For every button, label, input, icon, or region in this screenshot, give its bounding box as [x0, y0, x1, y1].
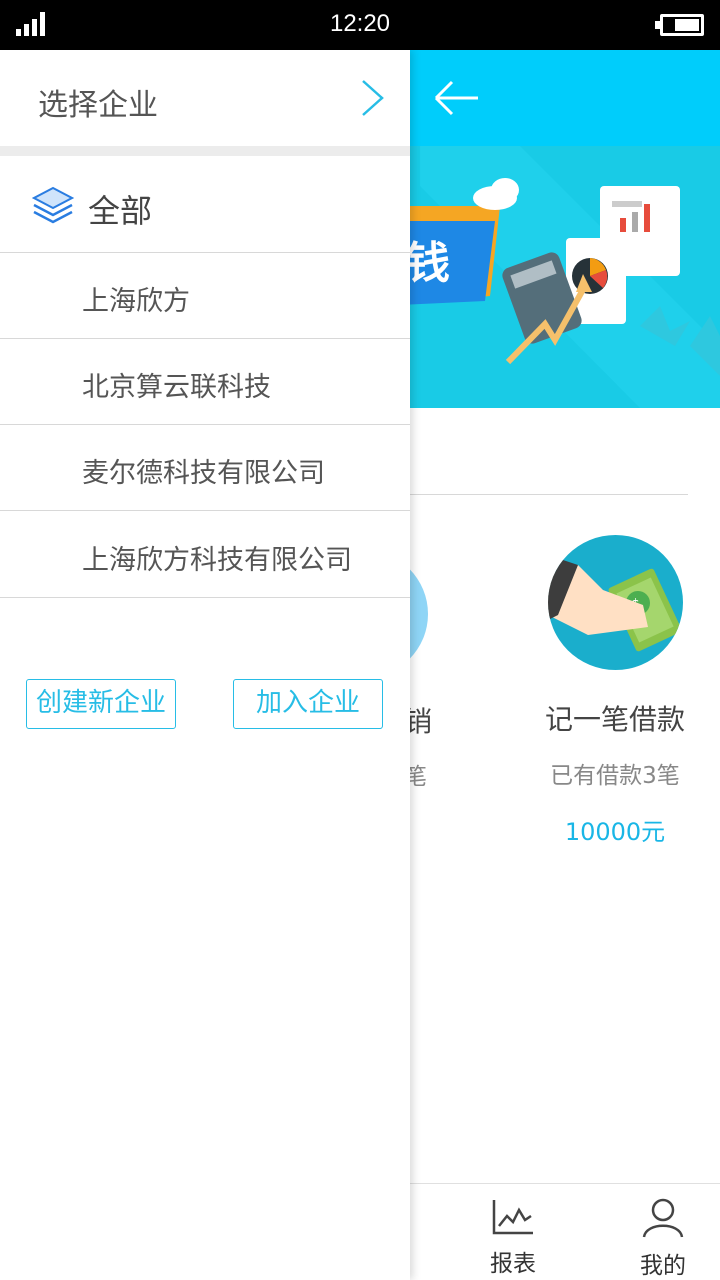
join-company-button[interactable]: 加入企业 [233, 679, 383, 729]
company-item-label: 北京算云联科技 [82, 372, 271, 403]
loan-card-title: 记一笔借款 [544, 703, 685, 736]
drawer-header[interactable]: 选择企业 [0, 50, 410, 146]
chart-icon [492, 1200, 533, 1235]
company-item[interactable]: 上海欣方科技有限公司 [0, 512, 410, 598]
tab-report[interactable]: 报表 [468, 1198, 558, 1278]
company-item[interactable]: 麦尔德科技有限公司 [0, 425, 410, 511]
company-item-label: 上海欣方 [82, 286, 190, 317]
loan-card-amount: 10000元 [564, 818, 666, 846]
banner-text: 钱 [406, 238, 450, 289]
drawer-title: 选择企业 [38, 88, 158, 123]
status-bar: 12:20 [0, 0, 720, 50]
loan-card-count: 已有借款3笔 [550, 763, 680, 789]
layers-icon [32, 186, 74, 224]
company-drawer: 选择企业 全部 上海欣方 北京算云联科技 麦尔德科技有限公司 上海欣方科技有限公… [0, 50, 410, 1280]
company-item[interactable]: 上海欣方 [0, 253, 410, 339]
company-item[interactable]: 北京算云联科技 [0, 339, 410, 425]
company-item-label: 麦尔德科技有限公司 [82, 458, 325, 489]
loan-card[interactable]: $ 记一笔借款 已有借款3笔 10000元 [520, 535, 710, 847]
tab-report-label: 报表 [490, 1251, 536, 1277]
drawer-separator [0, 146, 410, 156]
chevron-right-icon[interactable] [360, 78, 386, 118]
main-divider [410, 494, 688, 495]
battery-icon [655, 14, 704, 36]
company-all-label: 全部 [88, 192, 153, 230]
tab-mine-label: 我的 [640, 1253, 686, 1279]
back-arrow-icon[interactable] [432, 78, 482, 118]
tab-mine[interactable]: 我的 [618, 1198, 708, 1280]
create-company-button[interactable]: 创建新企业 [26, 679, 176, 729]
status-time: 12:20 [329, 10, 391, 37]
loan-hand-cash-icon: $ [547, 535, 683, 670]
company-item-label: 上海欣方科技有限公司 [82, 545, 352, 576]
user-icon [642, 1198, 684, 1238]
company-all-row[interactable]: 全部 [0, 156, 410, 253]
